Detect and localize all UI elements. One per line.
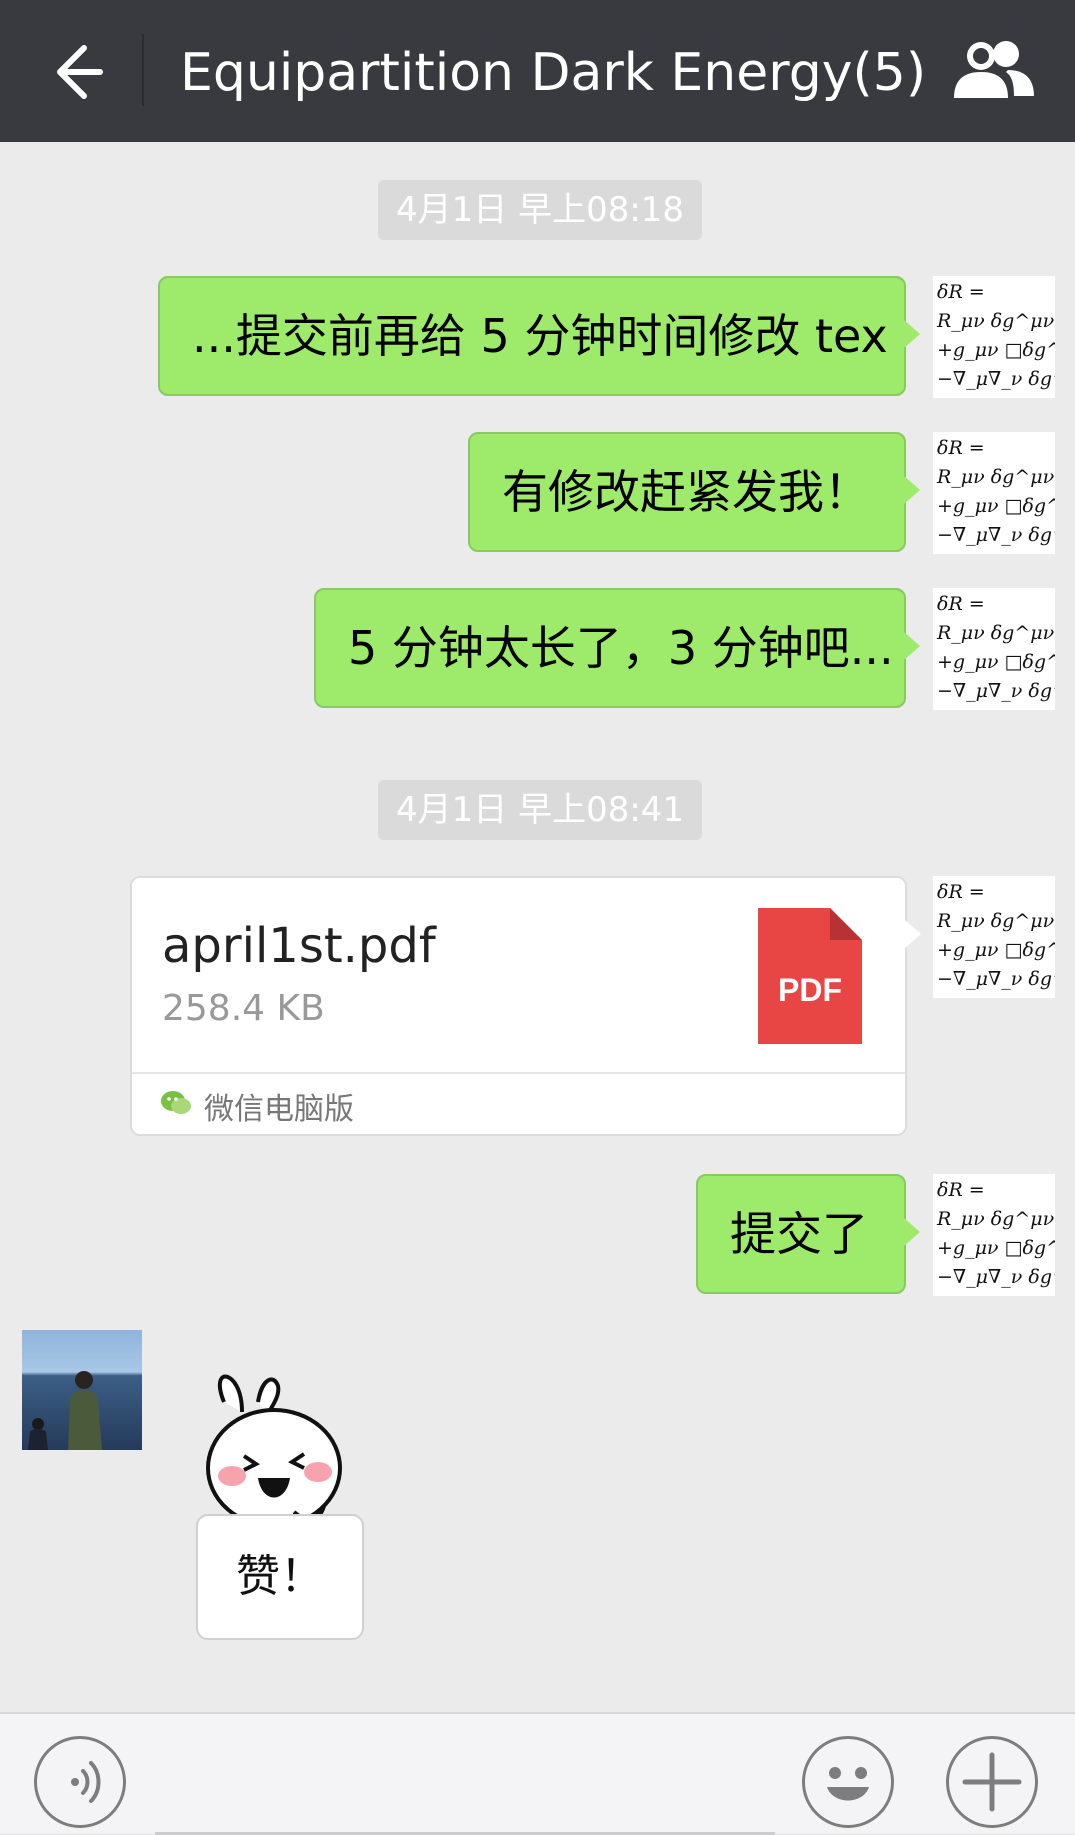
voice-button[interactable]	[34, 1736, 126, 1828]
avatar-formula-line: δR =	[937, 437, 985, 459]
wechat-icon	[161, 1091, 191, 1114]
message-text: 有修改赶紧发我！	[502, 465, 870, 519]
chat-title: Equipartition Dark Energy(5)	[180, 43, 927, 103]
message-bubble[interactable]: 提交了	[696, 1174, 920, 1294]
file-source-footer: 微信电脑版	[132, 1072, 905, 1134]
message-text: 5 分钟太长了，3 分钟吧...	[348, 621, 894, 675]
header-divider	[142, 34, 144, 106]
file-source-label: 微信电脑版	[204, 1092, 354, 1127]
avatar-formula-line: +g_μν □δg^μν	[937, 1237, 1055, 1259]
message-text: ...提交前再给 5 分钟时间修改 tex	[192, 309, 888, 363]
avatar-formula-line: −∇_μ∇_ν δg^μν	[937, 368, 1055, 390]
avatar-formula-line: −∇_μ∇_ν δg^μν	[937, 680, 1055, 702]
chat-header: Equipartition Dark Energy(5)	[0, 0, 1075, 142]
avatar[interactable]	[22, 1330, 142, 1450]
people-icon	[954, 41, 1034, 98]
back-button[interactable]	[38, 36, 108, 106]
avatar-formula-line: R_μν δg^μν	[937, 622, 1055, 644]
pdf-label: PDF	[778, 972, 842, 1008]
avatar[interactable]: δR = R_μν δg^μν +g_μν □δg^μν −∇_μ∇_ν δg^…	[933, 588, 1055, 710]
avatar-formula-line: +g_μν □δg^μν	[937, 339, 1055, 361]
avatar-formula-line: δR =	[937, 881, 985, 903]
sticker-speech-bubble: 赞！	[196, 1514, 364, 1640]
avatar-formula-line: +g_μν □δg^μν	[937, 651, 1055, 673]
avatar-formula-line: R_μν δg^μν	[937, 310, 1055, 332]
smiley-icon	[827, 1767, 869, 1801]
avatar-formula-line: −∇_μ∇_ν δg^μν	[937, 524, 1055, 546]
input-bar	[0, 1712, 1075, 1835]
group-info-button[interactable]	[948, 34, 1038, 104]
avatar[interactable]: δR = R_μν δg^μν +g_μν □δg^μν −∇_μ∇_ν δg^…	[933, 1174, 1055, 1296]
file-size: 258.4 KB	[162, 988, 325, 1029]
message-bubble[interactable]: 5 分钟太长了，3 分钟吧...	[314, 588, 920, 708]
avatar-formula-line: −∇_μ∇_ν δg^μν	[937, 1266, 1055, 1288]
avatar-formula-line: R_μν δg^μν	[937, 1208, 1055, 1230]
plus-icon	[962, 1752, 1022, 1812]
avatar-formula-line: −∇_μ∇_ν δg^μν	[937, 968, 1055, 990]
pdf-file-icon: PDF	[758, 908, 862, 1044]
arrow-left-icon	[57, 45, 103, 99]
message-bubble[interactable]: ...提交前再给 5 分钟时间修改 tex	[158, 276, 920, 396]
person-photo	[28, 1371, 102, 1450]
file-name: april1st.pdf	[162, 918, 436, 974]
avatar[interactable]: δR = R_μν δg^μν +g_μν □δg^μν −∇_μ∇_ν δg^…	[933, 432, 1055, 554]
timestamp: 4月1日 早上08:41	[378, 780, 703, 840]
voice-icon	[71, 1761, 101, 1803]
message-bubble[interactable]: 有修改赶紧发我！	[468, 432, 920, 552]
avatar-formula-line: R_μν δg^μν	[937, 910, 1055, 932]
avatar-formula-line: δR =	[937, 1179, 985, 1201]
avatar-formula-line: +g_μν □δg^μν	[937, 495, 1055, 517]
timestamp: 4月1日 早上08:18	[378, 180, 703, 240]
message-text: 提交了	[730, 1207, 868, 1261]
avatar-formula-line: δR =	[937, 281, 985, 303]
avatar-formula-line: δR =	[937, 593, 985, 615]
file-message[interactable]: april1st.pdf 258.4 KB PDF 微信电脑版	[130, 876, 921, 1136]
more-button[interactable]	[946, 1736, 1038, 1828]
emoji-button[interactable]	[802, 1736, 894, 1828]
avatar[interactable]: δR = R_μν δg^μν +g_μν □δg^μν −∇_μ∇_ν δg^…	[933, 276, 1055, 398]
avatar-formula-line: R_μν δg^μν	[937, 466, 1055, 488]
avatar-formula-line: +g_μν □δg^μν	[937, 939, 1055, 961]
avatar[interactable]: δR = R_μν δg^μν +g_μν □δg^μν −∇_μ∇_ν δg^…	[933, 876, 1055, 998]
